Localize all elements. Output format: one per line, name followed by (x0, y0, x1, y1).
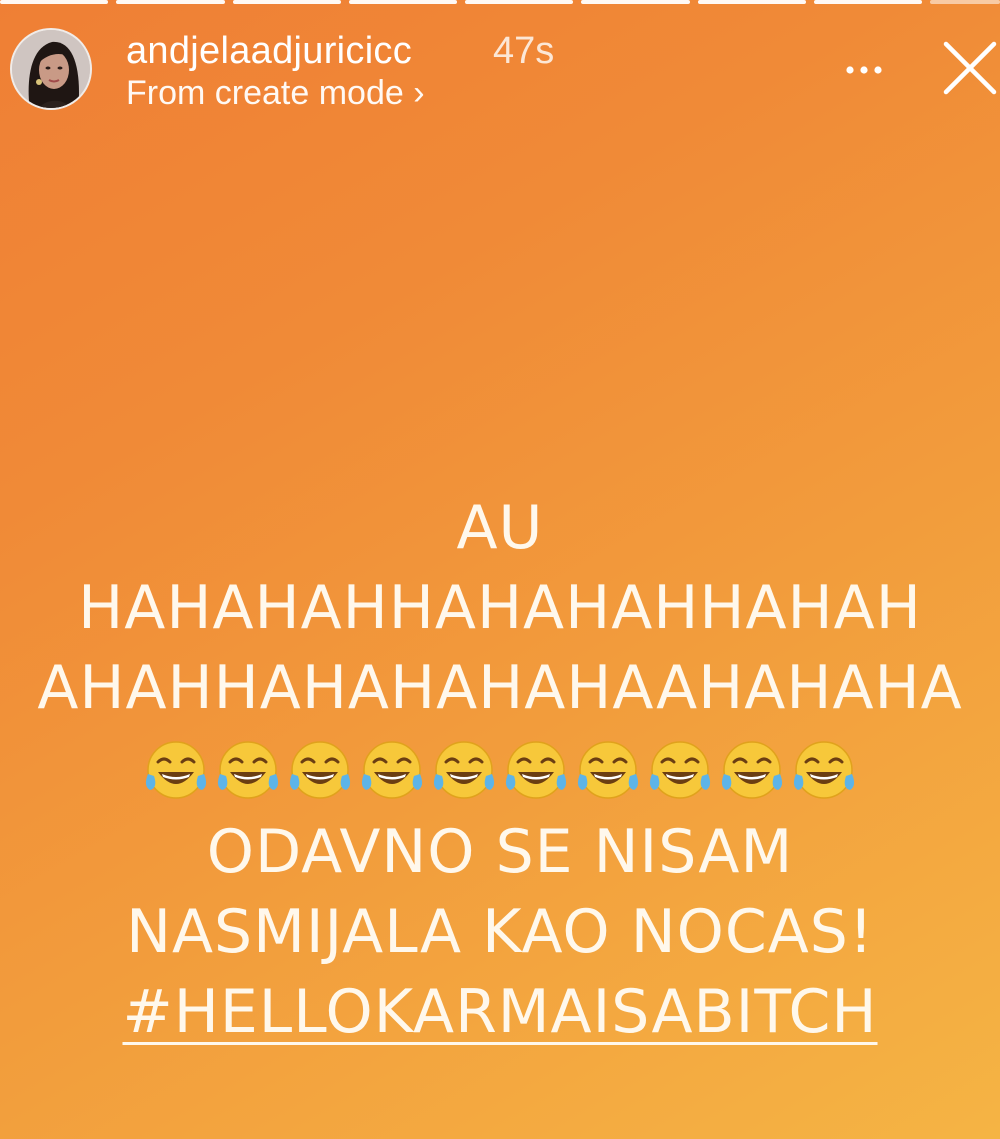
caption-line-hashtag: #HELLOKARMAISABITCH (0, 972, 1000, 1052)
progress-segment-current (930, 0, 1000, 4)
tears-of-joy-emoji-icon (793, 741, 855, 799)
caption-line: NASMIJALA KAO NOCAS! (126, 897, 874, 967)
progress-segment (581, 0, 690, 4)
more-dots-icon (846, 66, 882, 74)
avatar[interactable] (10, 28, 92, 110)
hashtag-link[interactable]: #HELLOKARMAISABITCH (122, 972, 877, 1052)
caption-line: ODAVNO SE NISAM (206, 817, 794, 887)
story-progress-bar (0, 0, 1000, 6)
progress-segment (0, 0, 109, 4)
progress-segment (465, 0, 574, 4)
tears-of-joy-emoji-icon (577, 741, 639, 799)
progress-segment (697, 0, 806, 4)
progress-segment (116, 0, 225, 4)
tears-of-joy-emoji-icon (289, 741, 351, 799)
tears-of-joy-emoji-icon (649, 741, 711, 799)
story-viewer[interactable]: andjelaadjuricicc 47s From create mode ›… (0, 0, 1000, 1139)
more-options-button[interactable] (836, 48, 896, 88)
caption-line: AU (456, 493, 544, 563)
progress-segment (232, 0, 341, 4)
progress-segment (813, 0, 922, 4)
create-mode-link[interactable]: From create mode › (126, 74, 425, 113)
story-timestamp: 47s (493, 30, 555, 72)
tears-of-joy-emoji-icon (361, 741, 423, 799)
close-story-button[interactable] (938, 36, 1000, 100)
username-link[interactable]: andjelaadjuricicc (126, 30, 412, 73)
caption-line: AHAHHAHAHAHAHAAHAHAHA (37, 653, 963, 723)
story-header: andjelaadjuricicc 47s From create mode › (8, 24, 1000, 120)
progress-segment (348, 0, 457, 4)
tears-of-joy-emoji-icon (433, 741, 495, 799)
story-caption: AU HAHAHAHHAHAHAHHAHAH AHAHHAHAHAHAHAAHA… (0, 488, 1000, 1052)
tears-of-joy-emoji-icon (217, 741, 279, 799)
tears-of-joy-emoji-icon (721, 741, 783, 799)
caption-line: HAHAHAHHAHAHAHHAHAH (78, 573, 922, 643)
laughing-emoji-row (0, 728, 1000, 812)
tears-of-joy-emoji-icon (505, 741, 567, 799)
close-icon (943, 41, 997, 95)
tears-of-joy-emoji-icon (145, 741, 207, 799)
